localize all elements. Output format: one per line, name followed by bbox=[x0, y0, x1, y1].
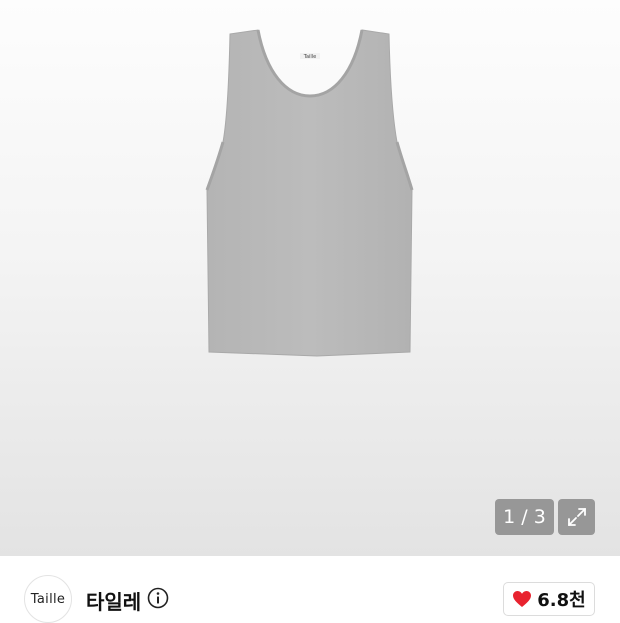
image-page-indicator: 1 / 3 bbox=[495, 499, 554, 535]
product-image-gallery[interactable]: Taille 1 / 3 bbox=[0, 0, 620, 556]
brand-logo-text: Taille bbox=[30, 591, 66, 607]
info-icon[interactable] bbox=[147, 587, 169, 609]
brand-logo[interactable]: Taille bbox=[24, 575, 72, 623]
heart-icon bbox=[513, 591, 532, 607]
page-indicator-text: 1 / 3 bbox=[503, 506, 546, 528]
product-image[interactable]: Taille bbox=[0, 0, 620, 556]
expand-icon bbox=[567, 508, 586, 526]
fullscreen-button[interactable] bbox=[558, 499, 595, 535]
like-button[interactable]: 6.8천 bbox=[503, 582, 595, 616]
tank-top-garment: Taille bbox=[205, 29, 414, 357]
garment-label-text: Taille bbox=[303, 54, 317, 60]
brand-name[interactable]: 타일레 bbox=[86, 586, 141, 615]
like-count: 6.8천 bbox=[537, 590, 586, 611]
